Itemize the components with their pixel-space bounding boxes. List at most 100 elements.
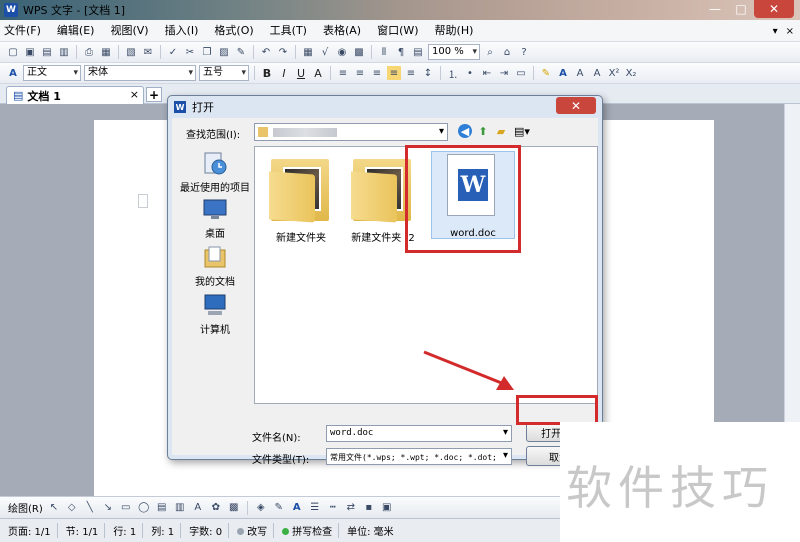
dash-style-icon[interactable]: ┅ bbox=[326, 501, 340, 515]
line-spacing-icon[interactable]: ↕ bbox=[421, 66, 435, 80]
picture-icon[interactable]: ▩ bbox=[227, 501, 241, 515]
justify-icon[interactable]: ≡ bbox=[387, 66, 401, 80]
font-size-select[interactable]: 五号 bbox=[199, 65, 249, 81]
ellipse-icon[interactable]: ◯ bbox=[137, 501, 151, 515]
show-marks-icon[interactable]: ¶ bbox=[394, 45, 408, 59]
select-pointer-icon[interactable]: ↖ bbox=[47, 501, 61, 515]
menu-view[interactable]: 视图(V) bbox=[102, 20, 156, 42]
format-painter-icon[interactable]: ✎ bbox=[234, 45, 248, 59]
zoom-select[interactable]: 100 % bbox=[428, 44, 480, 60]
redo-icon[interactable]: ↷ bbox=[276, 45, 290, 59]
look-in-select[interactable]: ▾ bbox=[254, 123, 448, 141]
arrow-style-icon[interactable]: ⇄ bbox=[344, 501, 358, 515]
font-color-icon[interactable]: A bbox=[290, 501, 304, 515]
align-center-icon[interactable]: ≡ bbox=[353, 66, 367, 80]
arrow-icon[interactable]: ↘ bbox=[101, 501, 115, 515]
font-color-button[interactable]: A bbox=[311, 65, 325, 81]
close-window-button[interactable]: ✕ bbox=[754, 0, 794, 18]
status-spellcheck[interactable]: 拼写检查 bbox=[282, 523, 340, 538]
new-document-icon[interactable]: ▢ bbox=[6, 45, 20, 59]
columns-icon[interactable]: ⫴ bbox=[377, 45, 391, 59]
menu-insert[interactable]: 插入(I) bbox=[157, 20, 207, 42]
chevron-down-icon[interactable]: ▾ bbox=[502, 450, 508, 461]
document-map-icon[interactable]: ▤ bbox=[411, 45, 425, 59]
superscript-icon[interactable]: X² bbox=[607, 66, 621, 80]
gift-icon[interactable]: ⌂ bbox=[500, 45, 514, 59]
decrease-indent-icon[interactable]: ⇤ bbox=[480, 66, 494, 80]
save-as-icon[interactable]: ▥ bbox=[57, 45, 71, 59]
bold-button[interactable]: B bbox=[260, 65, 274, 81]
shadow-icon[interactable]: ▪ bbox=[362, 501, 376, 515]
mail-icon[interactable]: ✉ bbox=[141, 45, 155, 59]
shrink-font-icon[interactable]: A bbox=[590, 66, 604, 80]
print-preview-icon[interactable]: ▦ bbox=[99, 45, 113, 59]
tab-document-1[interactable]: ▤ 文档 1 × bbox=[6, 86, 144, 104]
vertical-textbox-icon[interactable]: ▥ bbox=[173, 501, 187, 515]
fill-color-icon[interactable]: ◈ bbox=[254, 501, 268, 515]
style-select[interactable]: 正文 bbox=[23, 65, 81, 81]
bullets-icon[interactable]: • bbox=[463, 66, 477, 80]
help-icon[interactable]: ? bbox=[517, 45, 531, 59]
back-icon[interactable]: ◀ bbox=[458, 124, 472, 138]
rectangle-icon[interactable]: ▭ bbox=[119, 501, 133, 515]
subscript-icon[interactable]: X₂ bbox=[624, 66, 638, 80]
place-my-documents[interactable]: 我的文档 bbox=[178, 244, 252, 288]
styles-icon[interactable]: A bbox=[6, 66, 20, 80]
wordart-icon[interactable]: A bbox=[191, 501, 205, 515]
spellcheck-icon[interactable]: ✓ bbox=[166, 45, 180, 59]
insert-picture-icon[interactable]: ▩ bbox=[352, 45, 366, 59]
borders-icon[interactable]: ▭ bbox=[514, 66, 528, 80]
undo-icon[interactable]: ↶ bbox=[259, 45, 273, 59]
menubar-dropdown-icon[interactable]: ▾ bbox=[773, 26, 778, 37]
line-color-icon[interactable]: ✎ bbox=[272, 501, 286, 515]
filename-input[interactable]: word.doc ▾ bbox=[326, 425, 512, 442]
minimize-button[interactable]: — bbox=[702, 0, 728, 18]
insert-table-icon[interactable]: ▦ bbox=[301, 45, 315, 59]
underline-button[interactable]: U bbox=[294, 65, 308, 81]
align-left-icon[interactable]: ≡ bbox=[336, 66, 350, 80]
up-folder-icon[interactable]: ⬆ bbox=[476, 124, 490, 138]
folder-item[interactable]: 新建文件夹 bbox=[259, 153, 343, 244]
maximize-button[interactable]: □ bbox=[728, 0, 754, 18]
menubar-close-icon[interactable]: × bbox=[786, 26, 794, 37]
numbering-icon[interactable]: ⒈ bbox=[446, 66, 460, 81]
formula-icon[interactable]: √ bbox=[318, 45, 332, 59]
cut-icon[interactable]: ✂ bbox=[183, 45, 197, 59]
grow-font-icon[interactable]: A bbox=[573, 66, 587, 80]
tab-close-icon[interactable]: × bbox=[130, 88, 139, 101]
place-recent[interactable]: 最近使用的项目 bbox=[178, 150, 252, 194]
menu-tools[interactable]: 工具(T) bbox=[262, 20, 315, 42]
line-icon[interactable]: ╲ bbox=[83, 501, 97, 515]
line-style-icon[interactable]: ☰ bbox=[308, 501, 322, 515]
view-menu-icon[interactable]: ▤▾ bbox=[512, 124, 532, 138]
chevron-down-icon[interactable]: ▾ bbox=[503, 427, 508, 438]
italic-button[interactable]: I bbox=[277, 65, 291, 81]
menu-window[interactable]: 窗口(W) bbox=[369, 20, 426, 42]
export-pdf-icon[interactable]: ▧ bbox=[124, 45, 138, 59]
dialog-close-button[interactable]: ✕ bbox=[556, 97, 596, 114]
increase-indent-icon[interactable]: ⇥ bbox=[497, 66, 511, 80]
highlight-icon[interactable]: ✎ bbox=[539, 66, 553, 80]
menu-file[interactable]: 文件(F) bbox=[0, 20, 49, 42]
autoshapes-icon[interactable]: ◇ bbox=[65, 501, 79, 515]
place-desktop[interactable]: 桌面 bbox=[178, 196, 252, 240]
save-icon[interactable]: ▤ bbox=[40, 45, 54, 59]
menu-format[interactable]: 格式(O) bbox=[206, 20, 261, 42]
print-icon[interactable]: ⎙ bbox=[82, 45, 96, 59]
filetype-select[interactable]: 常用文件(*.wps; *.wpt; *.doc; *.dot; ▾ bbox=[326, 448, 512, 465]
3d-icon[interactable]: ▣ bbox=[380, 501, 394, 515]
new-folder-icon[interactable]: ▰ bbox=[494, 124, 508, 138]
textbox-icon[interactable]: ▤ bbox=[155, 501, 169, 515]
align-right-icon[interactable]: ≡ bbox=[370, 66, 384, 80]
text-color-icon[interactable]: A bbox=[556, 66, 570, 80]
draw-menu[interactable]: 绘图(R) bbox=[8, 500, 43, 515]
distributed-icon[interactable]: ≡ bbox=[404, 66, 418, 80]
open-folder-icon[interactable]: ▣ bbox=[23, 45, 37, 59]
status-revise[interactable]: 改写 bbox=[237, 523, 275, 538]
copy-icon[interactable]: ❐ bbox=[200, 45, 214, 59]
find-icon[interactable]: ⌕ bbox=[483, 45, 497, 59]
menu-edit[interactable]: 编辑(E) bbox=[49, 20, 103, 42]
menu-help[interactable]: 帮助(H) bbox=[427, 20, 482, 42]
hyperlink-icon[interactable]: ◉ bbox=[335, 45, 349, 59]
new-tab-button[interactable]: + bbox=[146, 87, 162, 102]
